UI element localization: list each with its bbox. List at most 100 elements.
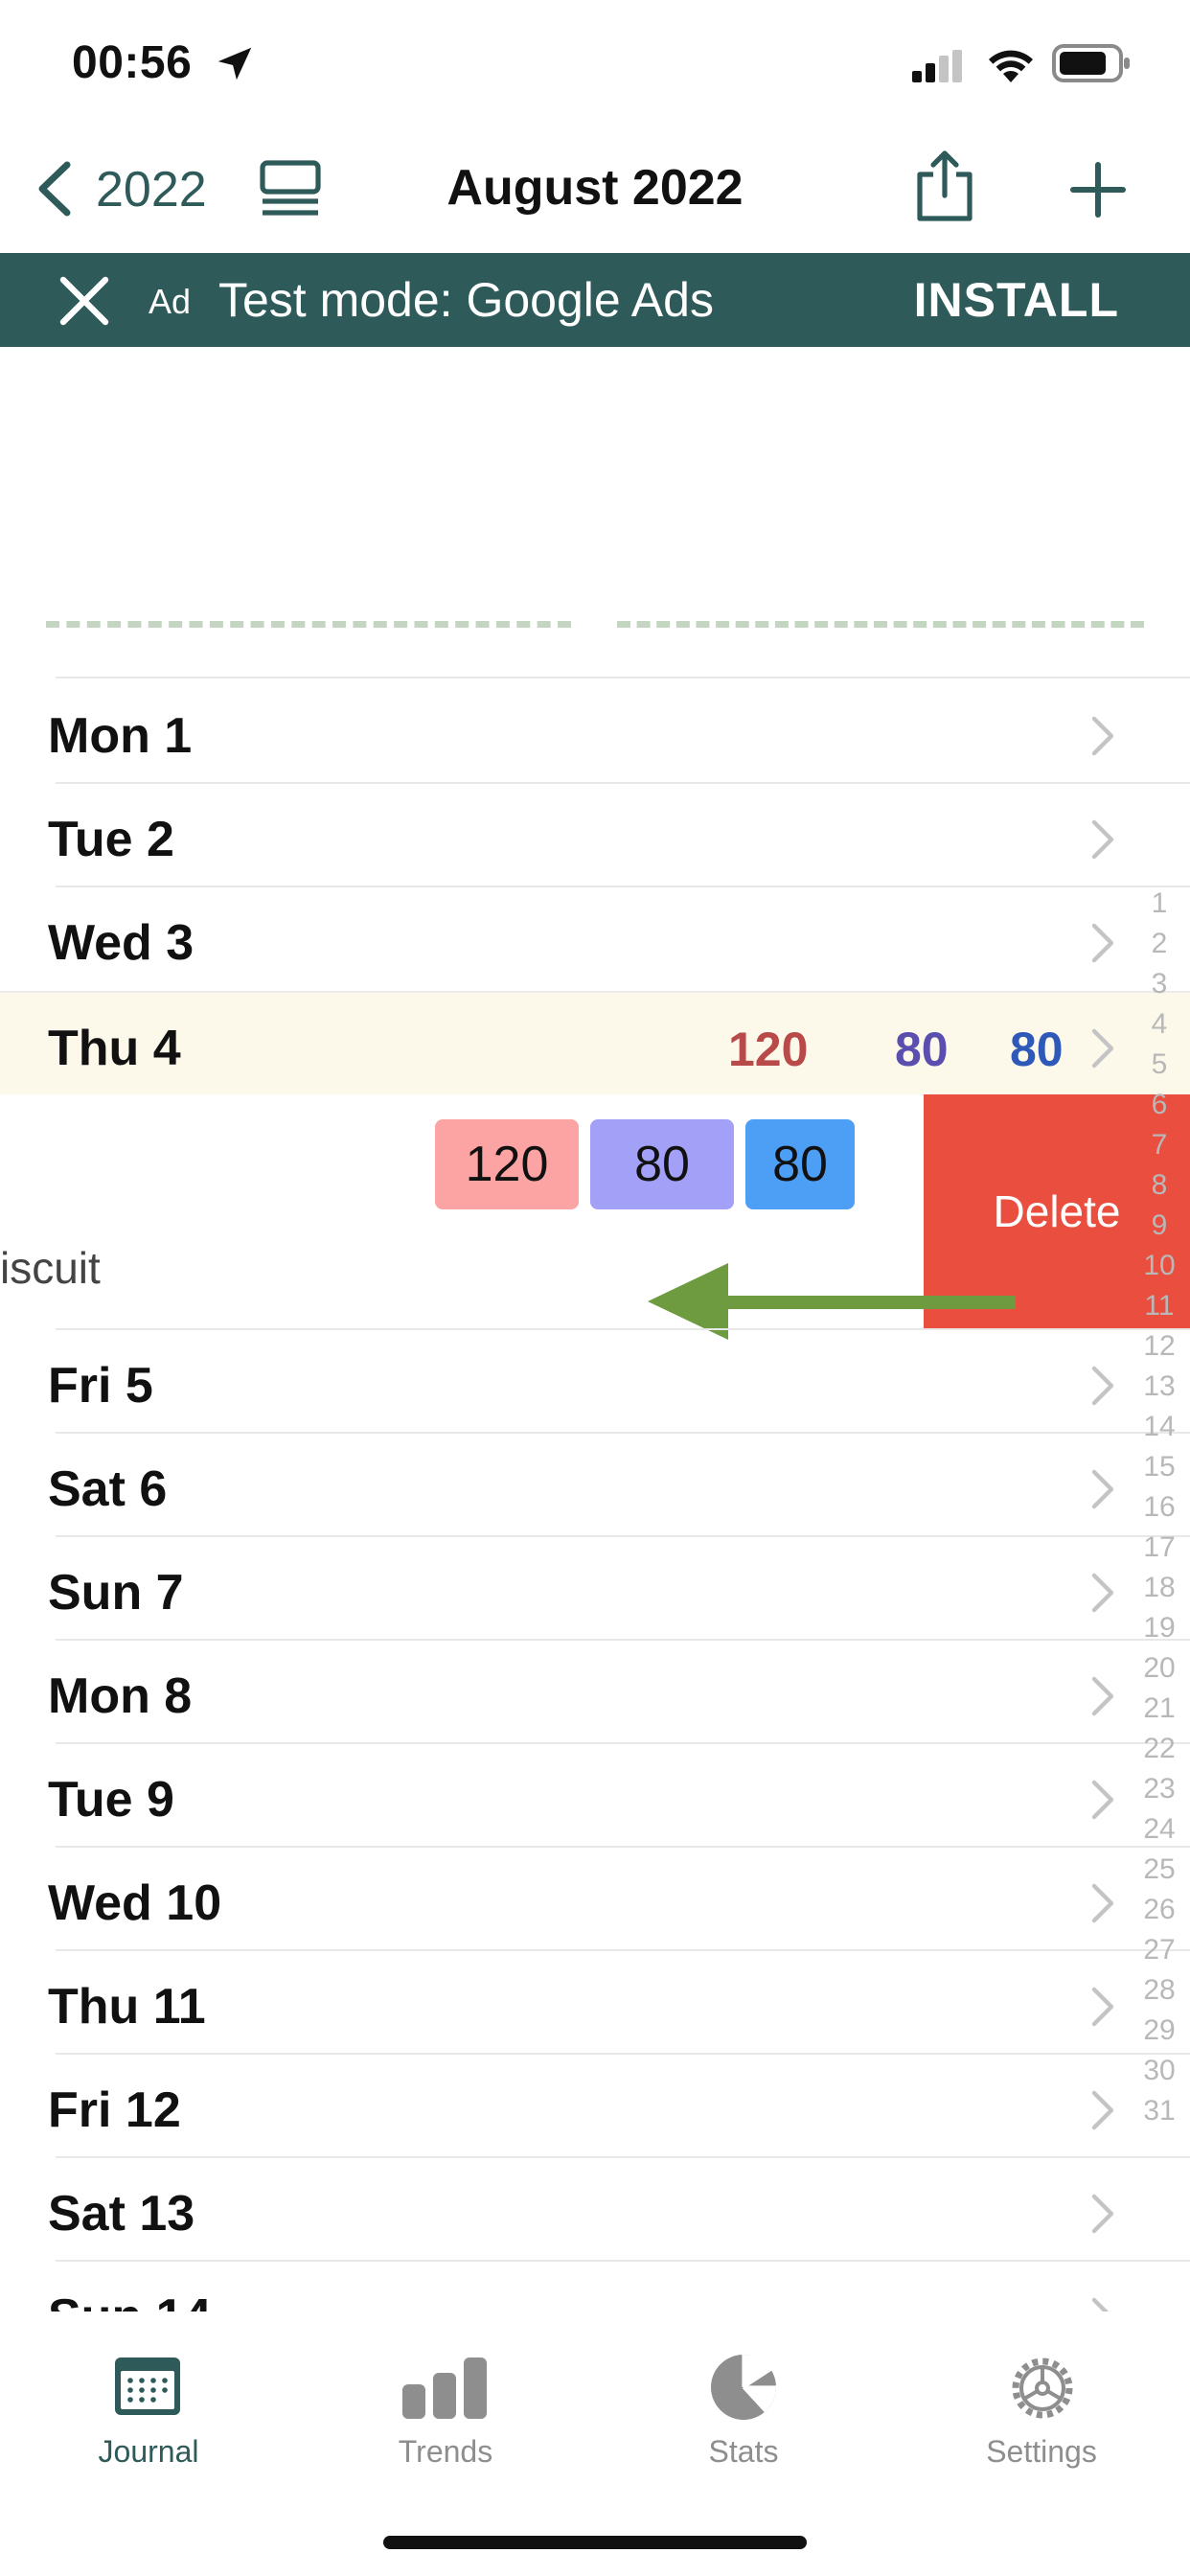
index-item[interactable]: 15 bbox=[1140, 1451, 1179, 1484]
install-button[interactable]: INSTALL bbox=[914, 272, 1119, 328]
location-arrow-icon bbox=[217, 47, 252, 80]
index-item[interactable]: 4 bbox=[1140, 1008, 1179, 1041]
chevron-right-icon bbox=[1091, 2194, 1114, 2234]
gear-icon bbox=[1012, 2358, 1073, 2419]
day-label: Wed 10 bbox=[48, 1875, 222, 1931]
chip-pulse: 80 bbox=[745, 1119, 855, 1209]
index-item[interactable]: 27 bbox=[1140, 1934, 1179, 1966]
chevron-right-icon bbox=[1091, 1573, 1114, 1613]
chip-systolic: 120 bbox=[435, 1119, 579, 1209]
index-item[interactable]: 25 bbox=[1140, 1853, 1179, 1886]
add-icon[interactable] bbox=[1069, 161, 1127, 218]
index-item[interactable]: 16 bbox=[1140, 1491, 1179, 1524]
index-item[interactable]: 3 bbox=[1140, 968, 1179, 1000]
index-item[interactable]: 6 bbox=[1140, 1089, 1179, 1121]
bar-chart-icon bbox=[402, 2358, 487, 2419]
day-row[interactable]: Wed 3 bbox=[0, 887, 1190, 991]
tab-label: Stats bbox=[708, 2434, 779, 2469]
tab-label: Settings bbox=[986, 2434, 1097, 2469]
wifi-icon bbox=[989, 50, 1033, 82]
day-row[interactable]: Thu 11 bbox=[0, 1951, 1190, 2055]
day-row[interactable]: Mon 1 bbox=[0, 680, 1190, 784]
calendar-icon bbox=[115, 2358, 180, 2415]
day-row-selected[interactable]: Thu 4 120 80 80 bbox=[0, 991, 1190, 1096]
day-row[interactable]: Tue 9 bbox=[0, 1744, 1190, 1848]
index-item[interactable]: 11 bbox=[1140, 1290, 1179, 1322]
index-item[interactable]: 19 bbox=[1140, 1612, 1179, 1644]
ad-banner[interactable]: Ad Test mode: Google Ads INSTALL bbox=[0, 253, 1190, 347]
chevron-right-icon bbox=[1091, 1780, 1114, 1820]
day-row[interactable]: Sun 7 bbox=[0, 1537, 1190, 1641]
day-label: Tue 9 bbox=[48, 1772, 174, 1828]
chevron-right-icon bbox=[1091, 716, 1114, 756]
index-item[interactable]: 9 bbox=[1140, 1209, 1179, 1242]
cellular-signal-icon bbox=[912, 50, 962, 82]
day-label: Sat 6 bbox=[48, 1461, 168, 1517]
ad-tag: Ad bbox=[149, 282, 192, 321]
index-item[interactable]: 24 bbox=[1140, 1813, 1179, 1846]
index-item[interactable]: 23 bbox=[1140, 1773, 1179, 1806]
day-label: Thu 4 bbox=[48, 1021, 181, 1076]
chevron-right-icon bbox=[1091, 819, 1114, 860]
home-indicator bbox=[383, 2536, 807, 2549]
chevron-right-icon bbox=[1091, 1883, 1114, 1923]
chevron-right-icon bbox=[1091, 2090, 1114, 2130]
status-time: 00:56 bbox=[72, 37, 193, 88]
battery-icon bbox=[1052, 44, 1130, 82]
index-item[interactable]: 31 bbox=[1140, 2095, 1179, 2128]
day-label: Sat 13 bbox=[48, 2186, 195, 2242]
day-label: Tue 2 bbox=[48, 812, 174, 867]
close-icon[interactable] bbox=[57, 274, 111, 328]
index-item[interactable]: 12 bbox=[1140, 1330, 1179, 1363]
index-item[interactable]: 22 bbox=[1140, 1733, 1179, 1765]
day-label: Fri 12 bbox=[48, 2082, 181, 2138]
chevron-right-icon bbox=[1091, 1469, 1114, 1509]
index-item[interactable]: 26 bbox=[1140, 1894, 1179, 1926]
index-item[interactable]: 21 bbox=[1140, 1692, 1179, 1725]
day-row[interactable]: Fri 12 bbox=[0, 2055, 1190, 2158]
chip-diastolic: 80 bbox=[590, 1119, 734, 1209]
day-label: Mon 8 bbox=[48, 1668, 193, 1724]
chevron-right-icon bbox=[1091, 1987, 1114, 2027]
day-label: Mon 1 bbox=[48, 708, 193, 764]
index-item[interactable]: 2 bbox=[1140, 928, 1179, 960]
divider bbox=[56, 677, 1190, 678]
index-item[interactable]: 28 bbox=[1140, 1974, 1179, 2007]
index-item[interactable]: 29 bbox=[1140, 2014, 1179, 2047]
chevron-right-icon bbox=[1091, 923, 1114, 963]
day-row[interactable]: Sat 13 bbox=[0, 2158, 1190, 2262]
chevron-right-icon bbox=[1091, 1028, 1114, 1069]
share-icon[interactable] bbox=[914, 150, 975, 222]
day-index-bar[interactable]: 1 2 3 4 5 6 7 8 9 10 11 12 13 14 15 16 1… bbox=[1136, 882, 1184, 2128]
entry-note-text: iscuit bbox=[0, 1243, 101, 1293]
day-row[interactable]: Tue 2 bbox=[0, 784, 1190, 887]
index-item[interactable]: 17 bbox=[1140, 1531, 1179, 1564]
index-item[interactable]: 13 bbox=[1140, 1370, 1179, 1403]
index-item[interactable]: 10 bbox=[1140, 1250, 1179, 1282]
index-item[interactable]: 18 bbox=[1140, 1572, 1179, 1604]
chevron-right-icon bbox=[1091, 1366, 1114, 1406]
day-label: Thu 11 bbox=[48, 1979, 206, 2035]
index-item[interactable]: 5 bbox=[1140, 1048, 1179, 1081]
tab-label: Journal bbox=[98, 2434, 199, 2469]
index-item[interactable]: 1 bbox=[1140, 887, 1179, 920]
index-item[interactable]: 30 bbox=[1140, 2055, 1179, 2087]
tab-label: Trends bbox=[398, 2434, 493, 2469]
day-label: Fri 5 bbox=[48, 1358, 153, 1414]
index-item[interactable]: 14 bbox=[1140, 1411, 1179, 1443]
summary-dash-right bbox=[617, 621, 1144, 628]
ad-text[interactable]: Test mode: Google Ads bbox=[218, 272, 714, 328]
chevron-right-icon bbox=[1091, 1676, 1114, 1716]
day-row[interactable]: Wed 10 bbox=[0, 1848, 1190, 1951]
day-label: Wed 3 bbox=[48, 915, 195, 971]
index-item[interactable]: 20 bbox=[1140, 1652, 1179, 1685]
pie-chart-icon bbox=[711, 2354, 776, 2420]
day-row[interactable]: Sat 6 bbox=[0, 1434, 1190, 1537]
value-systolic: 120 bbox=[728, 1023, 809, 1076]
summary-dash-left bbox=[46, 621, 571, 628]
index-item[interactable]: 8 bbox=[1140, 1169, 1179, 1202]
value-diastolic: 80 bbox=[895, 1023, 949, 1076]
index-item[interactable]: 7 bbox=[1140, 1129, 1179, 1162]
day-row[interactable]: Mon 8 bbox=[0, 1641, 1190, 1744]
day-row[interactable]: Fri 5 bbox=[0, 1330, 1190, 1434]
